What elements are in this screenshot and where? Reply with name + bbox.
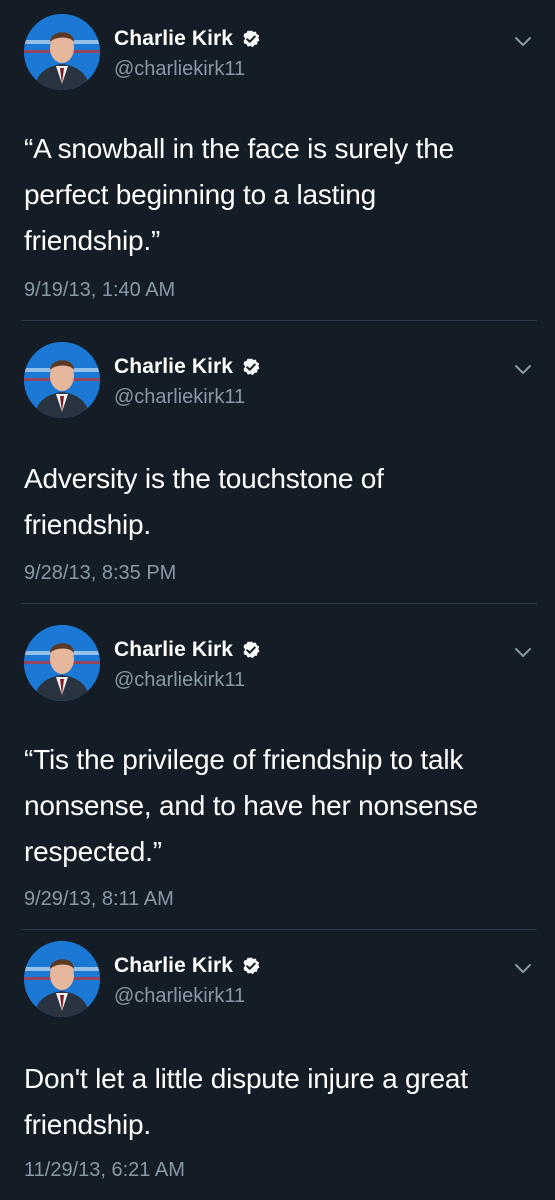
tweet[interactable]: Charlie Kirk @charliekirk11 “Tis the pri… [0,625,555,930]
verified-badge-icon [243,641,260,659]
author-name[interactable]: Charlie Kirk [114,27,233,51]
tweet[interactable]: Charlie Kirk @charliekirk11 Don't let a … [0,941,555,1200]
tweet-text: Don't let a little dispute injure a grea… [24,1056,524,1148]
tweet-text: “Tis the privilege of friendship to talk… [24,737,524,875]
author-handle[interactable]: @charliekirk11 [114,58,245,81]
tweet-text-line: perfect beginning to a lasting [24,179,377,210]
tweet[interactable]: Charlie Kirk @charliekirk11 “A snowball … [0,14,555,321]
tweet-header: Charlie Kirk @charliekirk11 [24,941,534,1017]
verified-badge-icon [243,358,260,376]
tweet-text-line: friendship. [24,1109,151,1140]
tweet-text-line: “Tis the privilege of friendship to talk [24,744,464,775]
avatar-photo [24,625,100,701]
divider [22,929,537,930]
tweet-text: “A snowball in the face is surely the pe… [24,126,524,264]
tweet-text-line: “A snowball in the face is surely the [24,133,454,164]
tweet-text-line: nonsense, and to have her nonsense [24,790,478,821]
tweet-timestamp[interactable]: 9/28/13, 8:35 PM [24,562,176,585]
tweet-text-line: Don't let a little dispute injure a grea… [24,1063,468,1094]
author-name-row: Charlie Kirk [114,637,261,663]
avatar[interactable] [24,625,100,701]
tweet-header: Charlie Kirk @charliekirk11 [24,342,534,418]
author-handle[interactable]: @charliekirk11 [114,386,245,409]
divider [22,603,537,604]
tweet-text-line: friendship. [24,509,151,540]
avatar[interactable] [24,941,100,1017]
chevron-down-icon[interactable] [512,957,534,979]
avatar-photo [24,342,100,418]
tweet-text-line: respected.” [24,836,162,867]
avatar-photo [24,14,100,90]
chevron-down-icon[interactable] [512,30,534,52]
tweet-text-line: friendship.” [24,225,161,256]
author-handle[interactable]: @charliekirk11 [114,669,245,692]
chevron-down-icon[interactable] [512,641,534,663]
tweet[interactable]: Charlie Kirk @charliekirk11 Adversity is… [0,342,555,604]
tweet-timestamp[interactable]: 9/19/13, 1:40 AM [24,279,175,302]
tweet-timestamp[interactable]: 9/29/13, 8:11 AM [24,888,174,911]
avatar-photo [24,941,100,1017]
verified-badge-icon [243,957,260,975]
divider [22,320,537,321]
avatar[interactable] [24,342,100,418]
tweet-header: Charlie Kirk @charliekirk11 [24,14,534,90]
author-handle[interactable]: @charliekirk11 [114,985,245,1008]
author-name[interactable]: Charlie Kirk [114,355,233,379]
author-name[interactable]: Charlie Kirk [114,638,233,662]
author-name[interactable]: Charlie Kirk [114,954,233,978]
tweet-feed: Charlie Kirk @charliekirk11 “A snowball … [0,0,555,1200]
tweet-text-line: Adversity is the touchstone of [24,463,384,494]
chevron-down-icon[interactable] [512,358,534,380]
author-name-row: Charlie Kirk [114,26,261,52]
tweet-header: Charlie Kirk @charliekirk11 [24,625,534,701]
author-name-row: Charlie Kirk [114,354,261,380]
tweet-text: Adversity is the touchstone of friendshi… [24,456,524,548]
author-name-row: Charlie Kirk [114,953,261,979]
tweet-timestamp[interactable]: 11/29/13, 6:21 AM [24,1159,185,1182]
verified-badge-icon [243,30,260,48]
avatar[interactable] [24,14,100,90]
